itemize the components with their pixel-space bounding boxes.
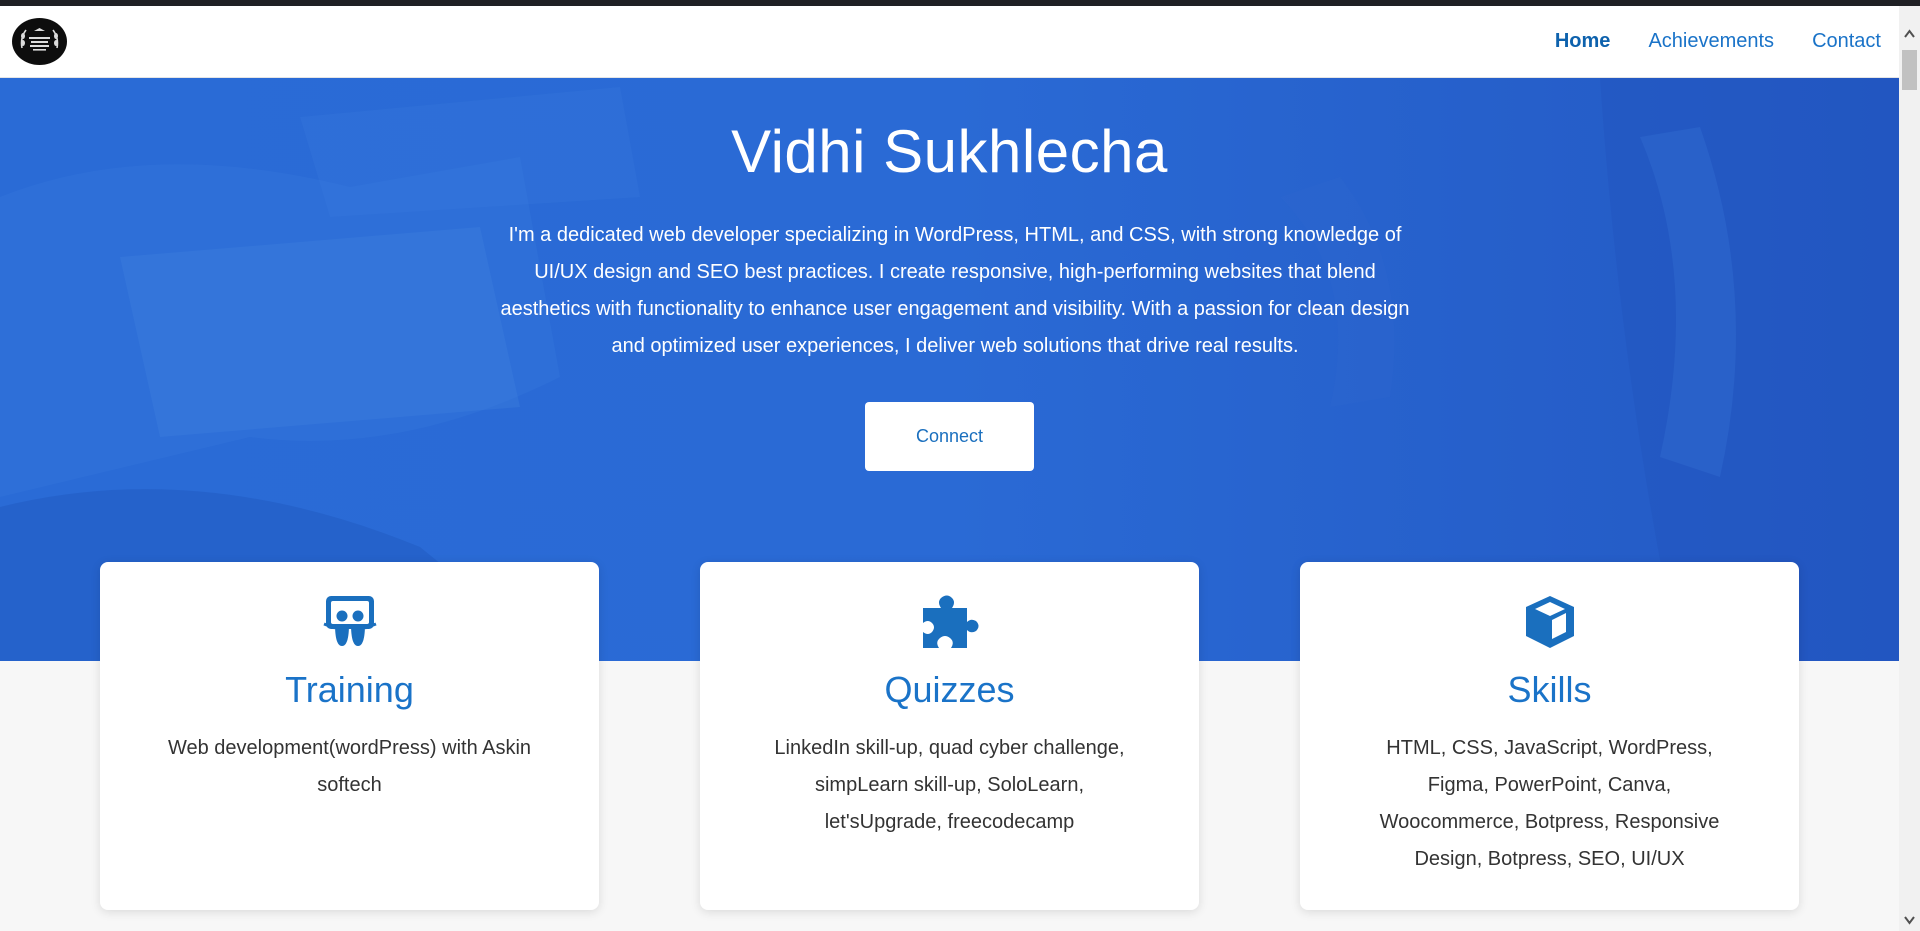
scrollbar-thumb[interactable] <box>1902 50 1917 90</box>
laurel-logo-icon <box>12 18 67 65</box>
card-quizzes: Quizzes LinkedIn skill-up, quad cyber ch… <box>700 562 1199 910</box>
card-title-quizzes: Quizzes <box>884 669 1015 710</box>
slideshare-icon <box>322 596 377 646</box>
hero-description: I'm a dedicated web developer specializi… <box>500 224 1410 357</box>
logo[interactable] <box>12 18 67 65</box>
nav-contact[interactable]: Contact <box>1812 30 1881 53</box>
page: Home Achievements Contact Vidhi Sukhlech <box>0 6 1899 931</box>
card-title-training: Training <box>285 669 414 710</box>
scroll-down-arrow-icon[interactable] <box>1904 915 1915 925</box>
card-text-quizzes: LinkedIn skill-up, quad cyber challenge,… <box>774 737 1125 833</box>
vertical-scrollbar[interactable] <box>1899 6 1920 931</box>
connect-button[interactable]: Connect <box>865 402 1034 471</box>
nav-home[interactable]: Home <box>1555 30 1611 53</box>
navbar: Home Achievements Contact <box>0 6 1899 78</box>
nav-links: Home Achievements Contact <box>1517 6 1881 77</box>
cube-icon <box>1525 596 1574 648</box>
card-training: Training Web development(wordPress) with… <box>100 562 599 910</box>
hero-title: Vidhi Sukhlecha <box>731 118 1168 185</box>
nav-achievements[interactable]: Achievements <box>1648 30 1774 53</box>
puzzle-icon <box>922 595 978 648</box>
card-text-skills: HTML, CSS, JavaScript, WordPress, Figma,… <box>1379 737 1720 870</box>
card-skills: Skills HTML, CSS, JavaScript, WordPress,… <box>1300 562 1799 910</box>
card-title-skills: Skills <box>1507 669 1592 710</box>
card-text-training: Web development(wordPress) with Askin so… <box>167 737 532 796</box>
scroll-up-arrow-icon[interactable] <box>1904 29 1915 39</box>
